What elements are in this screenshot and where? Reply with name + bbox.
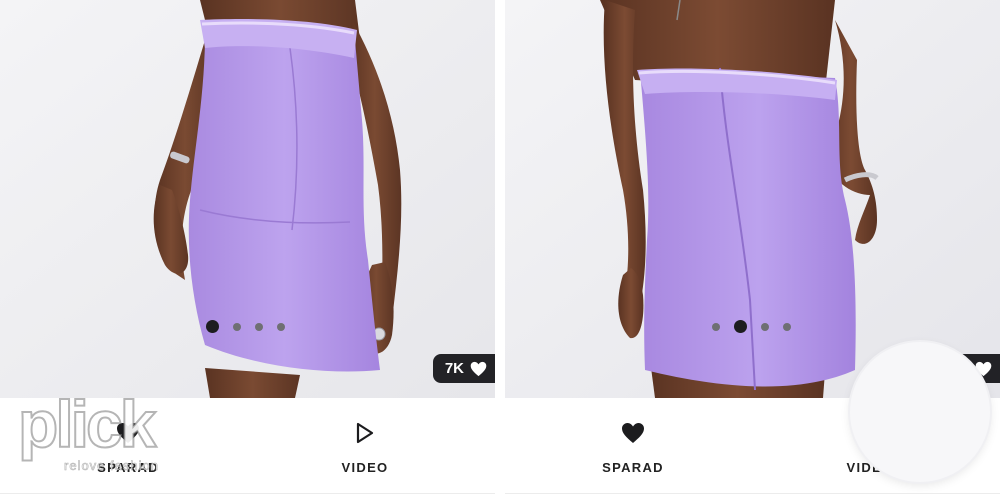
watermark-tagline: relove fashion [64, 458, 159, 474]
dress-back-illustration [505, 0, 1000, 398]
heart-icon [620, 420, 646, 446]
carousel-dot-active[interactable] [206, 320, 219, 333]
product-image-front[interactable] [0, 0, 495, 398]
carousel-dot[interactable] [233, 322, 241, 331]
play-icon [352, 420, 378, 446]
carousel-dot[interactable] [783, 322, 791, 331]
dress-front-illustration [0, 0, 495, 398]
card-gutter [495, 0, 505, 496]
saved-label: SPARAD [602, 460, 664, 475]
heart-icon [470, 361, 487, 376]
carousel-dot[interactable] [712, 322, 720, 331]
likes-count: 7K [444, 360, 464, 377]
product-image-back[interactable] [505, 0, 1000, 398]
video-button[interactable]: VIDEO [285, 420, 445, 475]
carousel-dot[interactable] [761, 322, 769, 331]
carousel-dot[interactable] [277, 322, 285, 331]
watermark-brand: plick [17, 387, 157, 461]
plick-watermark: plick relove fashion [17, 387, 198, 480]
floating-circle-overlay[interactable] [850, 342, 990, 482]
video-label: VIDEO [341, 460, 389, 475]
likes-badge[interactable]: 7K [432, 354, 495, 383]
carousel-indicator[interactable] [712, 320, 791, 333]
divider [505, 493, 1000, 494]
carousel-dot-active[interactable] [734, 320, 747, 333]
divider [0, 493, 495, 494]
saved-button[interactable]: SPARAD [553, 420, 713, 475]
carousel-indicator[interactable] [206, 320, 285, 333]
carousel-dot[interactable] [255, 322, 263, 331]
